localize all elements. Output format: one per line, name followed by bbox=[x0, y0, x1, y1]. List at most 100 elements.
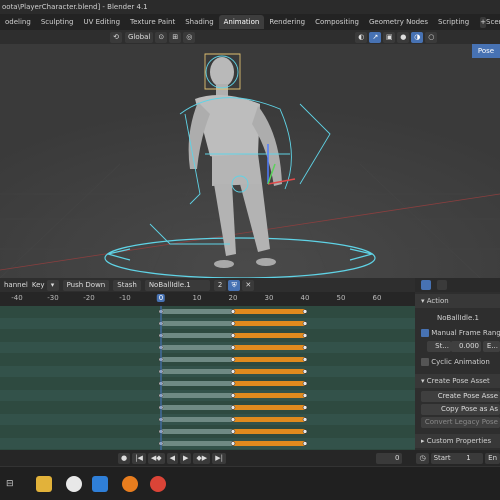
keyframe-point[interactable] bbox=[302, 321, 308, 326]
tab-animation[interactable]: Animation bbox=[218, 15, 265, 29]
checkbox-checked-icon[interactable] bbox=[421, 329, 429, 337]
keyframe-point[interactable] bbox=[230, 369, 236, 374]
frame-ruler[interactable]: -40 -30 -20 -10 0 10 20 30 40 50 60 bbox=[0, 292, 415, 306]
keyframe-point[interactable] bbox=[230, 441, 236, 446]
cyclic-animation-toggle[interactable]: Cyclic Animation bbox=[415, 356, 500, 368]
proportional-edit-icon[interactable]: ◎ bbox=[183, 31, 196, 43]
convert-legacy-pose-button[interactable]: Convert Legacy Pose bbox=[421, 417, 500, 428]
vscode-icon[interactable] bbox=[92, 476, 108, 492]
tab-uv-editing[interactable]: UV Editing bbox=[79, 15, 126, 29]
action-users-count[interactable]: 2 bbox=[213, 279, 227, 291]
keyframe-bar[interactable] bbox=[233, 357, 305, 362]
keyframe-bar[interactable] bbox=[233, 405, 305, 410]
keyframe-bar[interactable] bbox=[233, 417, 305, 422]
next-key-icon[interactable]: ◆▶ bbox=[193, 452, 211, 464]
keyframe-point[interactable] bbox=[302, 429, 308, 434]
pivot-icon[interactable]: ⊙ bbox=[155, 31, 168, 43]
keyframe-bar[interactable] bbox=[233, 321, 305, 326]
orientation-dropdown[interactable]: Global bbox=[125, 31, 154, 43]
filter-icon[interactable] bbox=[437, 280, 448, 290]
file-explorer-icon[interactable] bbox=[36, 476, 52, 492]
checkbox-unchecked-icon[interactable] bbox=[421, 358, 429, 366]
start-frame-field[interactable]: 0.000 bbox=[451, 341, 481, 352]
action-name-field[interactable]: NoBallIdle.1 bbox=[144, 279, 210, 291]
play-icon[interactable]: ▶ bbox=[180, 452, 192, 464]
keyframe-point[interactable] bbox=[230, 345, 236, 350]
tab-scripting[interactable]: Scripting bbox=[433, 15, 474, 29]
keyframe-point[interactable] bbox=[230, 333, 236, 338]
end-frame-field[interactable]: E... bbox=[483, 341, 500, 352]
action-name-label[interactable]: NoBallIdle.1 bbox=[415, 311, 500, 325]
keyframe-point[interactable] bbox=[302, 333, 308, 338]
keyframe-point[interactable] bbox=[302, 441, 308, 446]
chrome-icon[interactable] bbox=[150, 476, 166, 492]
blender-icon[interactable] bbox=[122, 476, 138, 492]
keyframe-point[interactable] bbox=[230, 321, 236, 326]
custom-properties-header[interactable]: ▸ Custom Properties bbox=[415, 434, 500, 448]
keyframe-bar[interactable] bbox=[233, 369, 305, 374]
keyframe-point[interactable] bbox=[230, 417, 236, 422]
tab-texture-paint[interactable]: Texture Paint bbox=[125, 15, 180, 29]
keyframe-point[interactable] bbox=[302, 405, 308, 410]
tab-modeling[interactable]: odeling bbox=[0, 15, 36, 29]
3d-viewport[interactable] bbox=[0, 44, 500, 278]
channel-menu[interactable]: hannel bbox=[4, 281, 28, 289]
gizmo-icon[interactable]: ↗ bbox=[369, 31, 382, 43]
prev-key-icon[interactable]: ◀◆ bbox=[147, 452, 165, 464]
tab-geometry-nodes[interactable]: Geometry Nodes bbox=[364, 15, 433, 29]
keyframe-point[interactable] bbox=[302, 381, 308, 386]
overlay-icon[interactable]: ◐ bbox=[355, 31, 368, 43]
current-frame-indicator[interactable]: 0 bbox=[156, 294, 166, 302]
xray-icon[interactable]: ▣ bbox=[383, 31, 396, 43]
keyframe-bar[interactable] bbox=[233, 333, 305, 338]
keyframe-bar[interactable] bbox=[233, 441, 305, 446]
copy-pose-asset-button[interactable]: Copy Pose as As bbox=[421, 404, 500, 415]
transform-orientation-icon[interactable]: ⟲ bbox=[110, 31, 122, 43]
start-frame-playback[interactable]: Start 1 bbox=[430, 452, 484, 464]
stash-button[interactable]: Stash bbox=[113, 279, 141, 291]
unlink-action-icon[interactable]: ✕ bbox=[242, 279, 255, 291]
keyframe-point[interactable] bbox=[302, 357, 308, 362]
fake-user-icon[interactable]: ⛨ bbox=[228, 279, 241, 291]
keyframe-point[interactable] bbox=[230, 429, 236, 434]
tab-rendering[interactable]: Rendering bbox=[264, 15, 310, 29]
key-menu[interactable]: Key bbox=[32, 281, 45, 289]
keyframe-point[interactable] bbox=[230, 357, 236, 362]
keyframe-point[interactable] bbox=[230, 393, 236, 398]
clock-icon[interactable]: ◷ bbox=[416, 452, 429, 464]
keyframe-bar[interactable] bbox=[233, 393, 305, 398]
snap-icon[interactable]: ⊞ bbox=[169, 31, 182, 43]
play-reverse-icon[interactable]: ◀ bbox=[166, 452, 179, 464]
editor-type-icon[interactable] bbox=[421, 280, 431, 290]
jump-start-icon[interactable]: |◀ bbox=[132, 452, 146, 464]
keyframe-point[interactable] bbox=[230, 309, 236, 314]
app-skull-icon[interactable] bbox=[66, 476, 82, 492]
end-frame-playback[interactable]: En bbox=[485, 452, 500, 464]
keyframe-bar[interactable] bbox=[233, 429, 305, 434]
action-section-header[interactable]: ▾ Action bbox=[415, 294, 500, 308]
keyframe-point[interactable] bbox=[302, 369, 308, 374]
keyframe-point[interactable] bbox=[302, 309, 308, 314]
tab-shading[interactable]: Shading bbox=[180, 15, 218, 29]
tab-sculpting[interactable]: Sculpting bbox=[36, 15, 79, 29]
jump-end-icon[interactable]: ▶| bbox=[212, 452, 226, 464]
shading-rendered-icon[interactable]: ○ bbox=[425, 31, 438, 43]
pose-tab[interactable]: Pose bbox=[472, 44, 500, 58]
auto-key-icon[interactable]: ● bbox=[118, 452, 131, 464]
shading-solid-icon[interactable]: ● bbox=[397, 31, 410, 43]
mode-dropdown-icon[interactable]: ▾ bbox=[46, 279, 59, 291]
create-pose-asset-header[interactable]: ▾ Create Pose Asset bbox=[415, 374, 500, 388]
push-down-button[interactable]: Push Down bbox=[62, 279, 110, 291]
scene-selector[interactable]: Scen bbox=[486, 18, 500, 26]
keyframe-bar[interactable] bbox=[233, 345, 305, 350]
keyframe-tracks[interactable] bbox=[0, 306, 415, 450]
keyframe-point[interactable] bbox=[302, 345, 308, 350]
keyframe-point[interactable] bbox=[230, 405, 236, 410]
create-pose-asset-button[interactable]: Create Pose Asse bbox=[421, 391, 500, 402]
keyframe-point[interactable] bbox=[302, 417, 308, 422]
keyframe-bar[interactable] bbox=[233, 309, 305, 314]
taskview-icon[interactable]: ⊟ bbox=[6, 476, 22, 492]
current-frame-field[interactable]: 0 bbox=[375, 452, 403, 464]
keyframe-bar[interactable] bbox=[233, 381, 305, 386]
tab-compositing[interactable]: Compositing bbox=[310, 15, 364, 29]
